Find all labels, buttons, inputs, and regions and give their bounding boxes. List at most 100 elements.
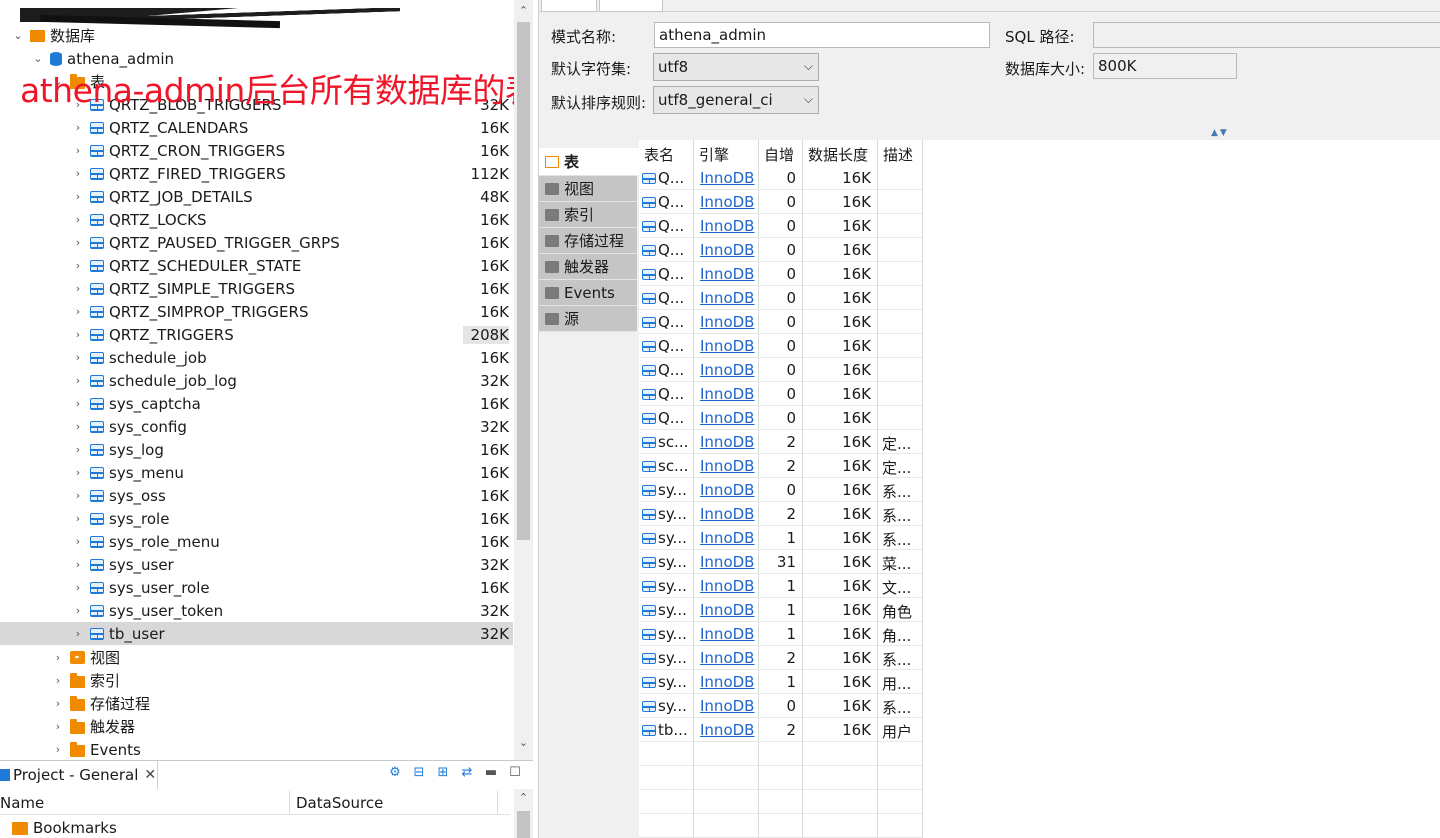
tree-node-folder[interactable]: › 视图 xyxy=(0,646,513,669)
navigator-scrollbar[interactable]: ⌃ ⌄ xyxy=(514,0,533,760)
chevron-right-icon[interactable]: › xyxy=(52,651,64,664)
tree-node-table[interactable]: › sys_captcha 16K xyxy=(0,392,513,415)
vtab-1[interactable]: 视图 xyxy=(539,176,637,202)
table-row[interactable]: sc... InnoDB 2 16K 定... xyxy=(639,454,923,478)
engine-link[interactable]: InnoDB xyxy=(700,577,754,595)
column-header-autoinc[interactable]: 自增 xyxy=(759,140,803,166)
tree-node-table[interactable]: › schedule_job 16K xyxy=(0,346,513,369)
engine-link[interactable]: InnoDB xyxy=(700,625,754,643)
engine-link[interactable]: InnoDB xyxy=(700,313,754,331)
tree-node-folder[interactable]: › 触发器 xyxy=(0,715,513,738)
chevron-right-icon[interactable]: › xyxy=(52,743,64,756)
engine-link[interactable]: InnoDB xyxy=(700,505,754,523)
chevron-right-icon[interactable]: › xyxy=(72,121,84,134)
column-header-desc[interactable]: 描述 xyxy=(878,140,923,166)
engine-link[interactable]: InnoDB xyxy=(700,601,754,619)
table-row[interactable]: Q... InnoDB 0 16K xyxy=(639,286,923,310)
chevron-right-icon[interactable]: › xyxy=(72,351,84,364)
tree-node-table[interactable]: › QRTZ_FIRED_TRIGGERS 112K xyxy=(0,162,513,185)
scroll-thumb[interactable] xyxy=(517,811,530,838)
maximize-icon[interactable]: ☐ xyxy=(507,765,523,781)
minimize-icon[interactable]: ▬ xyxy=(483,765,499,781)
schema-name-field[interactable]: athena_admin xyxy=(654,22,990,48)
table-row[interactable]: Q... InnoDB 0 16K xyxy=(639,214,923,238)
tree-node-table[interactable]: › QRTZ_SIMPLE_TRIGGERS 16K xyxy=(0,277,513,300)
table-row[interactable]: Q... InnoDB 0 16K xyxy=(639,262,923,286)
engine-link[interactable]: InnoDB xyxy=(700,433,754,451)
chevron-right-icon[interactable]: › xyxy=(72,259,84,272)
chevron-right-icon[interactable]: › xyxy=(72,443,84,456)
tree-node-folder[interactable]: › Events xyxy=(0,738,513,760)
engine-link[interactable]: InnoDB xyxy=(700,697,754,715)
tree-node-folder[interactable]: › 索引 xyxy=(0,669,513,692)
engine-link[interactable]: InnoDB xyxy=(700,241,754,259)
column-header-length[interactable]: 数据长度 xyxy=(803,140,878,166)
chevron-right-icon[interactable]: › xyxy=(72,627,84,640)
engine-link[interactable]: InnoDB xyxy=(700,529,754,547)
chevron-right-icon[interactable]: › xyxy=(72,144,84,157)
tree-node-table[interactable]: › tb_user 32K xyxy=(0,622,513,645)
tab-project-general[interactable]: Project - General ✕ xyxy=(0,761,158,789)
column-header-engine[interactable]: 引擎 xyxy=(694,140,759,166)
engine-link[interactable]: InnoDB xyxy=(700,721,754,739)
column-name[interactable]: Name xyxy=(0,791,290,814)
table-row[interactable]: Q... InnoDB 0 16K xyxy=(639,382,923,406)
engine-link[interactable]: InnoDB xyxy=(700,289,754,307)
tab-data[interactable] xyxy=(599,0,663,12)
table-row[interactable]: sy... InnoDB 2 16K 系... xyxy=(639,646,923,670)
engine-link[interactable]: InnoDB xyxy=(700,649,754,667)
vtab-4[interactable]: 触发器 xyxy=(539,254,637,280)
tree-node-table[interactable]: › sys_user_token 32K xyxy=(0,599,513,622)
table-row[interactable]: sy... InnoDB 1 16K 角... xyxy=(639,622,923,646)
tree-node-table[interactable]: › sys_log 16K xyxy=(0,438,513,461)
vtab-2[interactable]: 索引 xyxy=(539,202,637,228)
tree-node-folder[interactable]: › 存储过程 xyxy=(0,692,513,715)
engine-link[interactable]: InnoDB xyxy=(700,481,754,499)
tree-node-table[interactable]: › QRTZ_JOB_DETAILS 48K xyxy=(0,185,513,208)
sql-path-field[interactable] xyxy=(1093,22,1440,48)
charset-select[interactable]: utf8 ⌵ xyxy=(653,53,819,81)
table-row[interactable]: Q... InnoDB 0 16K xyxy=(639,310,923,334)
chevron-right-icon[interactable]: › xyxy=(72,466,84,479)
table-row[interactable]: sy... InnoDB 0 16K 系... xyxy=(639,694,923,718)
vtab-3[interactable]: 存储过程 xyxy=(539,228,637,254)
engine-link[interactable]: InnoDB xyxy=(700,217,754,235)
table-row[interactable]: sy... InnoDB 0 16K 系... xyxy=(639,478,923,502)
link-icon[interactable]: ⇄ xyxy=(459,765,475,781)
engine-link[interactable]: InnoDB xyxy=(700,457,754,475)
table-row[interactable]: sy... InnoDB 1 16K 用... xyxy=(639,670,923,694)
table-row[interactable]: Q... InnoDB 0 16K xyxy=(639,190,923,214)
engine-link[interactable]: InnoDB xyxy=(700,673,754,691)
chevron-right-icon[interactable]: › xyxy=(72,581,84,594)
engine-link[interactable]: InnoDB xyxy=(700,169,754,187)
chevron-right-icon[interactable]: › xyxy=(72,420,84,433)
tab-properties[interactable] xyxy=(541,0,597,12)
scroll-down-icon[interactable]: ⌄ xyxy=(514,734,533,752)
chevron-right-icon[interactable]: › xyxy=(72,397,84,410)
collation-select[interactable]: utf8_general_ci ⌵ xyxy=(653,86,819,114)
tree-node-table[interactable]: › QRTZ_SCHEDULER_STATE 16K xyxy=(0,254,513,277)
table-row[interactable]: Q... InnoDB 0 16K xyxy=(639,358,923,382)
vtab-0[interactable]: 表 xyxy=(539,148,639,176)
chevron-right-icon[interactable]: › xyxy=(72,604,84,617)
chevron-right-icon[interactable]: › xyxy=(72,535,84,548)
chevron-right-icon[interactable]: › xyxy=(72,374,84,387)
tree-node-table[interactable]: › sys_config 32K xyxy=(0,415,513,438)
tree-node-table[interactable]: › sys_user_role 16K xyxy=(0,576,513,599)
table-row[interactable]: sy... InnoDB 2 16K 系... xyxy=(639,502,923,526)
scroll-up-icon[interactable]: ⌃ xyxy=(514,791,533,804)
table-row[interactable]: Q... InnoDB 0 16K xyxy=(639,406,923,430)
project-row-bookmarks[interactable]: Bookmarks xyxy=(0,817,117,838)
table-row[interactable]: sy... InnoDB 1 16K 角色 xyxy=(639,598,923,622)
tree-node-table[interactable]: › sys_oss 16K xyxy=(0,484,513,507)
tree-node-table[interactable]: › sys_menu 16K xyxy=(0,461,513,484)
column-datasource[interactable]: DataSource xyxy=(290,791,498,814)
table-row[interactable]: sy... InnoDB 1 16K 系... xyxy=(639,526,923,550)
tree-node-table[interactable]: › QRTZ_CALENDARS 16K xyxy=(0,116,513,139)
engine-link[interactable]: InnoDB xyxy=(700,385,754,403)
chevron-down-icon[interactable]: ⌄ xyxy=(12,29,24,42)
engine-link[interactable]: InnoDB xyxy=(700,193,754,211)
table-row[interactable]: sy... InnoDB 31 16K 菜... xyxy=(639,550,923,574)
chevron-right-icon[interactable]: › xyxy=(72,328,84,341)
splitter-handle-icon[interactable]: ▲▼ xyxy=(1211,128,1229,138)
